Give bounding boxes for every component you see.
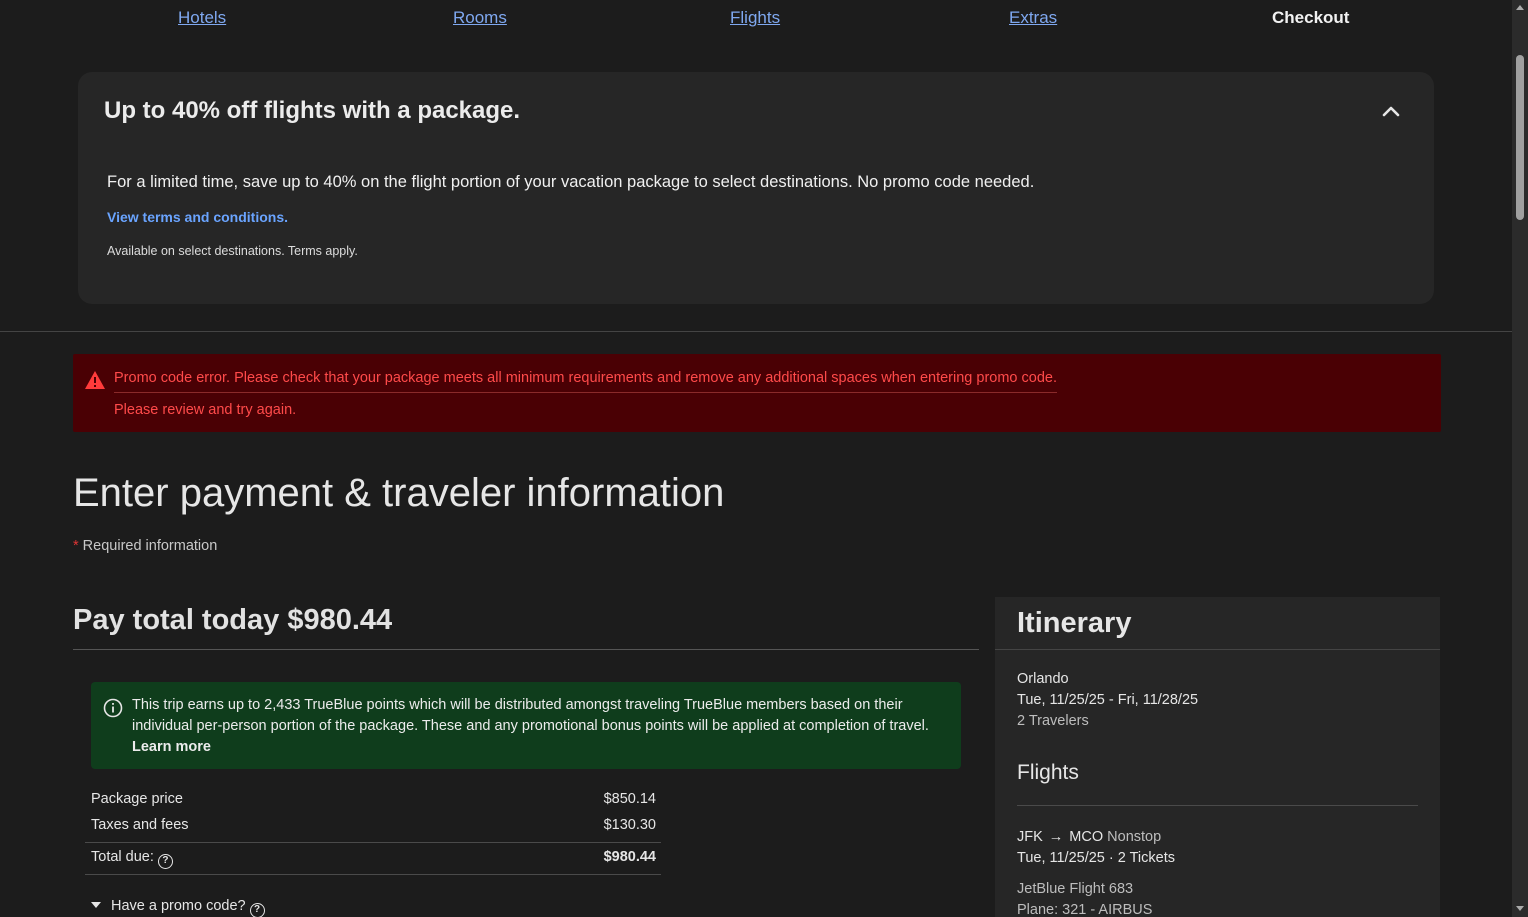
info-icon xyxy=(103,698,123,718)
scroll-up-arrow-icon[interactable] xyxy=(1516,5,1524,10)
chevron-up-icon[interactable] xyxy=(1382,102,1400,120)
promo-note: Available on select destinations. Terms … xyxy=(107,244,358,258)
itinerary-header: Itinerary xyxy=(995,597,1440,650)
flight-stops: Nonstop xyxy=(1107,829,1162,845)
page: Hotels Rooms Flights Extras Checkout Up … xyxy=(0,0,1528,917)
page-title: Enter payment & traveler information xyxy=(73,471,725,515)
error-message: Promo code error. Please check that your… xyxy=(114,370,1057,393)
required-note: * Required information xyxy=(73,538,217,554)
promo-help-icon[interactable]: ? xyxy=(249,903,265,917)
taxes-value: $130.30 xyxy=(603,817,656,833)
promo-code-toggle[interactable]: Have a promo code?? xyxy=(91,898,265,917)
trip-dates: Tue, 11/25/25 - Fri, 11/28/25 xyxy=(1017,692,1199,708)
page-scrollbar[interactable] xyxy=(1512,0,1528,917)
traveler-count: 2 Travelers xyxy=(1017,713,1089,729)
warning-icon xyxy=(85,371,105,389)
destination-code: MCO xyxy=(1069,829,1104,845)
package-price-row: Package price $850.14 xyxy=(91,791,656,807)
terms-link[interactable]: View terms and conditions. xyxy=(107,209,288,225)
flights-heading: Flights xyxy=(1017,761,1079,784)
total-due-value: $980.44 xyxy=(603,849,656,865)
caret-down-icon xyxy=(91,902,101,908)
promo-description: For a limited time, save up to 40% on th… xyxy=(107,173,1035,191)
booking-steps-nav: Hotels Rooms Flights Extras Checkout xyxy=(0,0,1512,40)
flight-number: JetBlue Flight 683 xyxy=(1017,881,1134,897)
nav-flights-link[interactable]: Flights xyxy=(730,8,780,28)
error-retry-message: Please review and try again. xyxy=(114,402,297,418)
price-divider xyxy=(85,842,661,843)
flights-divider xyxy=(1017,805,1418,806)
flight-route: JFK → MCO Nonstop xyxy=(1017,829,1161,845)
nav-checkout-current: Checkout xyxy=(1272,8,1350,27)
points-description: This trip earns up to 2,433 TrueBlue poi… xyxy=(132,697,929,734)
trueblue-points-notice: This trip earns up to 2,433 TrueBlue poi… xyxy=(91,682,961,769)
section-divider xyxy=(0,331,1512,332)
help-icon[interactable]: ? xyxy=(157,854,173,869)
nav-hotels-link[interactable]: Hotels xyxy=(178,8,226,28)
package-price-value: $850.14 xyxy=(603,791,656,807)
nav-extras-link[interactable]: Extras xyxy=(1009,8,1057,28)
plane-type: Plane: 321 - AIRBUS xyxy=(1017,902,1153,917)
itinerary-title: Itinerary xyxy=(1017,607,1132,639)
pay-total-heading: Pay total today $980.44 xyxy=(73,604,393,636)
pay-divider xyxy=(73,649,979,650)
nav-rooms-link[interactable]: Rooms xyxy=(453,8,507,28)
total-divider xyxy=(85,874,661,875)
package-price-label: Package price xyxy=(91,791,183,807)
scroll-thumb[interactable] xyxy=(1516,55,1524,220)
learn-more-link[interactable]: Learn more xyxy=(132,739,211,755)
taxes-row: Taxes and fees $130.30 xyxy=(91,817,656,833)
promo-error-alert: Promo code error. Please check that your… xyxy=(73,354,1441,432)
origin-code: JFK xyxy=(1017,829,1043,845)
taxes-label: Taxes and fees xyxy=(91,817,189,833)
scroll-down-arrow-icon[interactable] xyxy=(1516,906,1524,911)
promo-toggle-label: Have a promo code? xyxy=(111,898,246,914)
required-label: Required information xyxy=(78,538,218,554)
total-due-row: Total due:? $980.44 xyxy=(91,849,656,869)
flight-date-tickets: Tue, 11/25/25 · 2 Tickets xyxy=(1017,850,1175,866)
itinerary-panel: Itinerary Orlando Tue, 11/25/25 - Fri, 1… xyxy=(995,597,1440,917)
arrow-right-icon: → xyxy=(1048,829,1064,845)
total-due-label: Total due: xyxy=(91,849,154,865)
destination-city: Orlando xyxy=(1017,671,1069,687)
points-text: This trip earns up to 2,433 TrueBlue poi… xyxy=(132,695,952,758)
promo-title: Up to 40% off flights with a package. xyxy=(104,97,521,124)
promo-banner: Up to 40% off flights with a package. Fo… xyxy=(78,72,1434,304)
